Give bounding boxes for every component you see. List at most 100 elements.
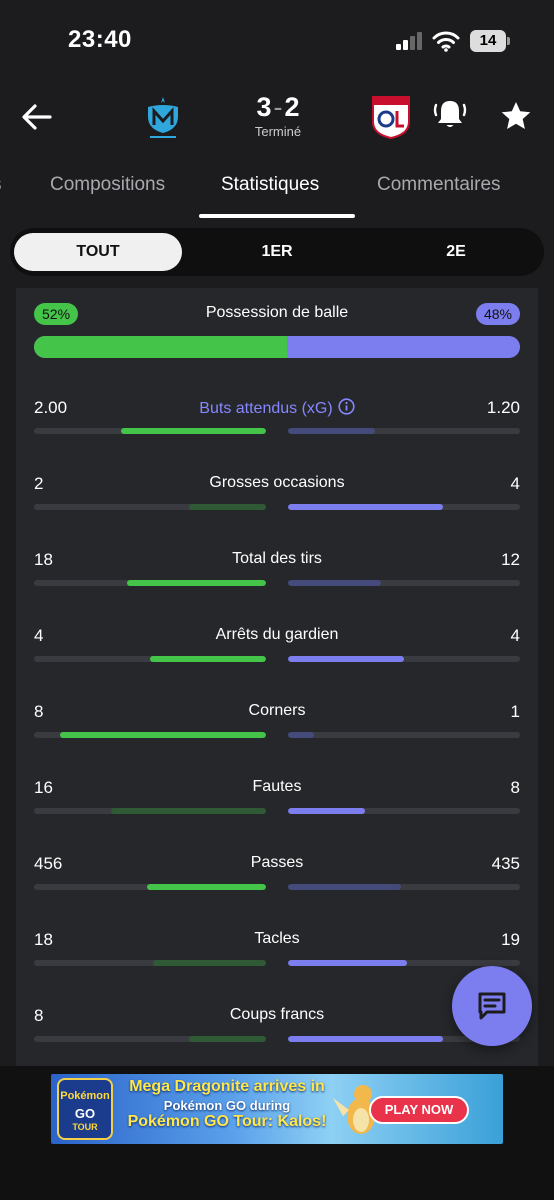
stat-label: Arrêts du gardien [34,626,520,644]
ad-headline: Mega Dragonite arrives in Pokémon GO dur… [117,1078,337,1131]
away-stat-bar-fill [288,1036,443,1042]
away-stat-bar [288,428,520,434]
ad-play-now-button[interactable]: PLAY NOW [369,1096,469,1124]
stats-card: 52% Possession de balle 48% 2.00 Buts att… [16,288,538,1066]
tab-statistiques[interactable]: Statistiques [221,174,319,196]
star-icon[interactable] [500,100,532,132]
stat-label-text: Total des tirs [232,550,322,567]
away-stat-value: 19 [501,930,520,949]
stat-label-text: Grosses occasions [209,474,345,491]
bell-icon[interactable] [432,96,468,132]
home-stat-bar-fill [150,656,266,662]
possession-row: 52% Possession de balle 48% [34,302,520,326]
away-stat-value: 8 [510,778,520,797]
stat-row: 8 Corners 1 [34,702,520,752]
away-stat-bar-fill [288,960,408,966]
stat-row: 2 Grosses occasions 4 [34,474,520,524]
stat-label: Corners [34,702,520,720]
away-stat-bar [288,884,520,890]
home-stat-bar [34,428,266,434]
ad-area: Pokémon GO TOUR Mega Dragonite arrives i… [0,1066,554,1200]
tab-compositions[interactable]: Compositions [50,174,165,196]
stat-label-text: Corners [248,702,306,719]
home-stat-bar [34,656,266,662]
signal-icon [396,32,426,50]
status-time: 23:40 [68,26,132,53]
away-stat-value: 12 [501,550,520,569]
ad-logo-text-3: TOUR [72,1122,98,1132]
stat-row: 18 Tacles 19 [34,930,520,980]
info-icon[interactable] [338,398,355,415]
away-stat-bar [288,808,520,814]
home-stat-bar [34,884,266,890]
home-stat-bar [34,580,266,586]
home-stat-bar-fill [126,580,266,586]
period-selector: TOUT 1ER 2E [10,228,544,276]
away-stat-value: 4 [510,626,520,645]
period-second-half-button[interactable]: 2E [372,233,540,271]
stat-label-text: Coups francs [229,1006,325,1023]
away-stat-bar-fill [288,884,402,890]
away-possession-badge: 48% [475,303,520,325]
away-stat-bar [288,732,520,738]
ad-banner[interactable]: Pokémon GO TOUR Mega Dragonite arrives i… [51,1074,503,1144]
stat-label: Passes [34,854,520,872]
away-stat-value: 1.20 [486,398,520,417]
away-stat-bar-fill [288,580,381,586]
stat-row: 18 Total des tirs 12 [34,550,520,600]
stat-row: 4 Arrêts du gardien 4 [34,626,520,676]
period-all-button[interactable]: TOUT [14,233,182,271]
stat-label: Grosses occasions [34,474,520,492]
home-stat-bar [34,504,266,510]
stat-row: 456 Passes 435 [34,854,520,904]
chat-fab-button[interactable] [452,966,532,1046]
stat-label[interactable]: Buts attendus (xG) [34,398,520,418]
home-stat-bar-fill [121,428,266,434]
tab-commentaires[interactable]: Commentaires [377,174,501,196]
away-stat-bar-fill [288,428,375,434]
ad-headline-2: Pokémon GO during [163,1098,291,1113]
stat-label: Tacles [34,930,520,948]
away-stat-bar [288,656,520,662]
stat-label: Fautes [34,778,520,796]
away-team-crest-icon[interactable] [370,94,412,140]
stat-label-text: Fautes [252,778,302,795]
ad-logo-text-2: GO [74,1106,96,1121]
wifi-icon [432,31,460,52]
home-stat-bar [34,1036,266,1042]
away-stat-value: 4 [510,474,520,493]
away-stat-bar-fill [288,656,404,662]
home-stat-bar-fill [59,732,266,738]
status-bar: 23:40 14 [0,0,554,80]
home-stat-bar [34,960,266,966]
ad-logo: Pokémon GO TOUR [57,1078,113,1140]
away-stat-value: 435 [491,854,520,873]
home-stat-bar-fill [188,1036,266,1042]
period-first-half-button[interactable]: 1ER [193,233,361,271]
possession-bar [34,336,520,358]
active-tab-indicator [199,214,355,218]
away-stat-bar [288,960,520,966]
away-score: 2 [284,92,300,122]
possession-label: Possession de balle [205,304,349,321]
back-arrow-icon[interactable] [20,100,54,134]
stat-label-text: Buts attendus (xG) [199,400,333,417]
stat-label-text: Passes [250,854,304,871]
tab-partial-left[interactable]: s [0,174,2,196]
stat-row: 16 Fautes 8 [34,778,520,828]
away-stat-value: 1 [510,702,520,721]
match-status: Terminé [254,124,302,139]
stat-row: 8Coups francs16 [34,1006,520,1056]
stat-label: Total des tirs [34,550,520,568]
stat-row: 2.00 Buts attendus (xG) 1.20 [34,398,520,448]
away-stat-bar-fill [288,504,443,510]
away-stat-bar-fill [288,808,366,814]
ad-headline-3: Pokémon GO Tour: Kalos! [127,1113,327,1130]
home-stat-bar-fill [153,960,266,966]
home-team-crest-icon[interactable] [144,95,182,141]
home-stat-bar [34,732,266,738]
home-stat-bar-fill [147,884,266,890]
stat-label-text: Tacles [254,930,300,947]
scoreline: 3-2 [230,92,326,123]
home-stat-bar-fill [111,808,266,814]
